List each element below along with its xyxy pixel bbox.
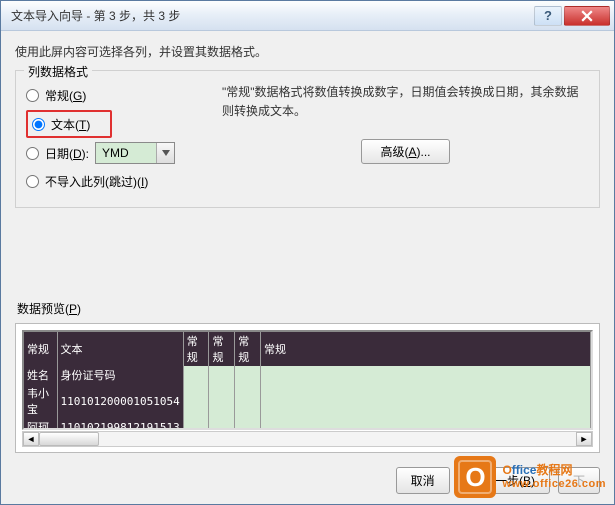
cancel-button[interactable]: 取消 [396, 467, 450, 494]
cell: 110101200001051054 [57, 384, 183, 418]
help-button[interactable]: ? [534, 6, 562, 26]
col-header[interactable]: 文本 [57, 332, 183, 366]
preview-header-row: 常规 文本 常规 常规 常规 常规 [24, 332, 591, 366]
radio-general-input[interactable] [26, 89, 39, 102]
table-row: 姓名 身份证号码 [24, 366, 591, 384]
scroll-right-icon[interactable]: ► [576, 432, 592, 446]
col-header[interactable]: 常规 [24, 332, 57, 366]
cell [183, 366, 209, 384]
radio-group: 常规(G) 文本(T) 日期(D): YMD [26, 81, 206, 195]
date-format-select[interactable]: YMD [95, 142, 175, 164]
radio-general-label: 常规(G) [45, 87, 86, 104]
dialog-footer: 取消 < 上一步(B) 下 [396, 467, 600, 494]
radio-general[interactable]: 常规(G) [26, 81, 206, 109]
radio-text[interactable]: 文本(T) [32, 114, 106, 134]
radio-skip-label: 不导入此列(跳过)(I) [45, 173, 148, 190]
radio-text-input[interactable] [32, 118, 45, 131]
cell: 韦小宝 [24, 384, 57, 418]
fieldset-legend: 列数据格式 [24, 63, 92, 80]
window-title: 文本导入向导 - 第 3 步，共 3 步 [11, 7, 532, 24]
cell [235, 384, 261, 418]
chevron-down-icon[interactable] [156, 143, 174, 163]
cell [261, 384, 591, 418]
date-format-value: YMD [96, 146, 156, 160]
table-row: 韦小宝 110101200001051054 [24, 384, 591, 418]
back-button[interactable]: < 上一步(B) [458, 467, 550, 494]
col-header[interactable]: 常规 [261, 332, 591, 366]
cell [235, 418, 261, 430]
scroll-left-icon[interactable]: ◄ [23, 432, 39, 446]
close-icon [581, 10, 593, 22]
format-description-area: "常规"数据格式将数值转换成数字，日期值会转换成日期，其余数据则转换成文本。 高… [206, 81, 589, 164]
next-button[interactable]: 下 [558, 467, 600, 494]
cell [183, 418, 209, 430]
col-header[interactable]: 常规 [183, 332, 209, 366]
instruction-text: 使用此屏内容可选择各列，并设置其数据格式。 [15, 43, 600, 60]
data-preview-box: 常规 文本 常规 常规 常规 常规 姓名 身份证号码 [15, 323, 600, 453]
radio-skip[interactable]: 不导入此列(跳过)(I) [26, 167, 206, 195]
cell [209, 366, 235, 384]
cell [235, 366, 261, 384]
advanced-button[interactable]: 高级(A)... [361, 139, 449, 164]
preview-table: 常规 文本 常规 常规 常规 常规 姓名 身份证号码 [24, 332, 591, 430]
table-row: 阿珂 110102199812191513 [24, 418, 591, 430]
radio-text-label: 文本(T) [51, 116, 90, 133]
format-description: "常规"数据格式将数值转换成数字，日期值会转换成日期，其余数据则转换成文本。 [222, 83, 589, 121]
cell: 姓名 [24, 366, 57, 384]
dialog-content: 使用此屏内容可选择各列，并设置其数据格式。 列数据格式 常规(G) 文本(T) [1, 31, 614, 463]
radio-date[interactable]: 日期(D): YMD [26, 139, 206, 167]
highlight-selected-radio: 文本(T) [26, 110, 112, 138]
scroll-track[interactable] [39, 432, 576, 446]
cell [261, 418, 591, 430]
cell: 阿珂 [24, 418, 57, 430]
titlebar-buttons: ? [532, 6, 610, 26]
preview-label: 数据预览(P) [17, 300, 600, 317]
cell: 身份证号码 [57, 366, 183, 384]
radio-date-input[interactable] [26, 147, 39, 160]
radio-date-label: 日期(D): [45, 145, 89, 162]
close-button[interactable] [564, 6, 610, 26]
titlebar: 文本导入向导 - 第 3 步，共 3 步 ? [1, 1, 614, 31]
dialog-window: 文本导入向导 - 第 3 步，共 3 步 ? 使用此屏内容可选择各列，并设置其数… [0, 0, 615, 505]
cell [183, 384, 209, 418]
cell [209, 384, 235, 418]
column-format-fieldset: 列数据格式 常规(G) 文本(T) 日期(D): [15, 70, 600, 208]
scroll-thumb[interactable] [39, 432, 99, 446]
cell [209, 418, 235, 430]
data-preview-grid[interactable]: 常规 文本 常规 常规 常规 常规 姓名 身份证号码 [22, 330, 593, 430]
col-header[interactable]: 常规 [235, 332, 261, 366]
cell [261, 366, 591, 384]
radio-skip-input[interactable] [26, 175, 39, 188]
horizontal-scrollbar[interactable]: ◄ ► [22, 431, 593, 447]
cell: 110102199812191513 [57, 418, 183, 430]
col-header[interactable]: 常规 [209, 332, 235, 366]
